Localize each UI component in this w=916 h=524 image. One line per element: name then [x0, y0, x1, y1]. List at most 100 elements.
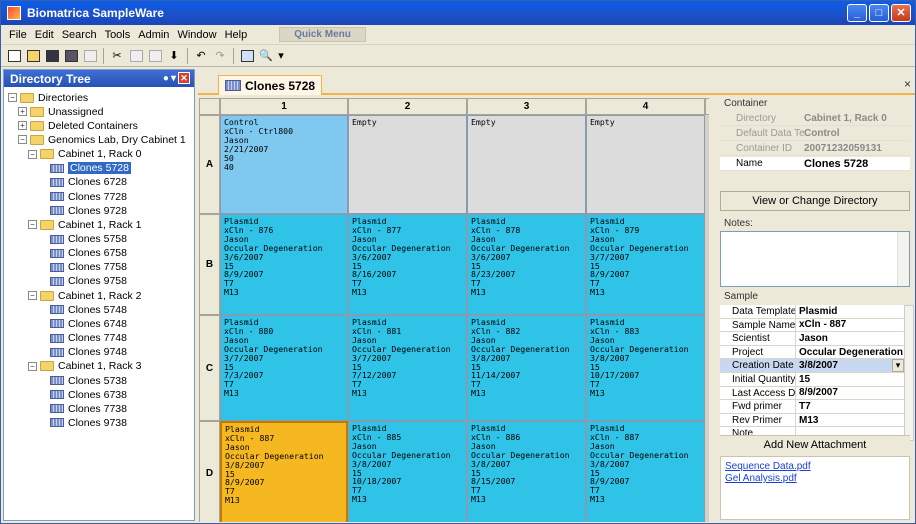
tree-item-container[interactable]: Clones 5738	[38, 374, 127, 387]
grid-cell-sample[interactable]: Plasmid xCln - 883 Jason Occular Degenerati…	[586, 315, 705, 421]
grid-cell-sample[interactable]: Plasmid xCln - 887 Jason Occular Degenerati…	[586, 421, 705, 522]
column-header[interactable]: 2	[348, 98, 467, 115]
tree-item-folder[interactable]: − Cabinet 1, Rack 0	[28, 148, 141, 161]
minimize-button[interactable]: _	[847, 4, 867, 22]
row-header[interactable]: A	[199, 115, 220, 214]
maximize-button[interactable]: □	[869, 4, 889, 22]
field-value[interactable]: 15	[796, 374, 904, 385]
tree-item-container[interactable]: Clones 6738	[38, 388, 127, 401]
column-header[interactable]: 1	[220, 98, 348, 115]
field-value[interactable]: 3/8/2007	[796, 360, 892, 371]
tree-item-container[interactable]: Clones 7758	[38, 261, 127, 274]
grid-cell-sample[interactable]: Plasmid xCln - 887 Jason Occular Degenerati…	[220, 421, 348, 522]
cut-icon[interactable]: ✂	[108, 47, 126, 65]
field-value[interactable]: Clones 5728	[804, 158, 910, 170]
grid-cell-sample[interactable]: Plasmid xCln - 877 Jason Occular Degenerati…	[348, 214, 467, 315]
grid-cell-sample[interactable]: Plasmid xCln - 876 Jason Occular Degenerati…	[220, 214, 348, 315]
tree-item-folder[interactable]: − Genomics Lab, Dry Cabinet 1	[18, 133, 186, 146]
chevron-down-icon[interactable]: ▾	[171, 73, 176, 84]
tree-item-container[interactable]: Clones 5758	[38, 233, 127, 246]
container-field[interactable]: Name Clones 5728	[720, 157, 910, 171]
tree-item-folder[interactable]: − Cabinet 1, Rack 3	[28, 360, 141, 373]
chevron-down-icon[interactable]: ▾	[892, 359, 904, 373]
grid-cell-sample[interactable]: Plasmid xCln - 878 Jason Occular Degenerati…	[467, 214, 586, 315]
sample-field[interactable]: Scientist Jason	[720, 332, 904, 346]
column-header[interactable]: 3	[467, 98, 586, 115]
row-header[interactable]: C	[199, 315, 220, 421]
tree-item-folder[interactable]: − Directories	[8, 91, 88, 104]
copy-icon[interactable]	[127, 47, 145, 65]
field-value[interactable]: Occular Degeneration	[796, 347, 904, 358]
close-button[interactable]: ✕	[891, 4, 911, 22]
sample-scrollbar[interactable]	[904, 305, 914, 441]
grid-cell-sample[interactable]: Control xCln - Ctrl800 Jason 2/21/2007 50 40	[220, 115, 348, 214]
tree-item-container[interactable]: Clones 9738	[38, 416, 127, 429]
tree-item-container[interactable]: Clones 5728	[38, 162, 131, 175]
sample-field[interactable]: Last Access Date8/9/2007	[720, 386, 904, 401]
open-folder-icon[interactable]	[24, 47, 42, 65]
row-header[interactable]: D	[199, 421, 220, 522]
notes-scrollbar[interactable]	[897, 232, 909, 286]
grid-cell-sample[interactable]: Plasmid xCln - 879 Jason Occular Degenerati…	[586, 214, 705, 315]
menu-file[interactable]: File	[5, 29, 31, 41]
sample-field[interactable]: Rev Primer M13	[720, 413, 904, 428]
close-tab-icon[interactable]: ×	[904, 77, 911, 91]
undo-icon[interactable]: ↶	[192, 47, 210, 65]
view-change-directory-button[interactable]: View or Change Directory	[720, 191, 910, 211]
collapse-icon[interactable]: −	[18, 135, 27, 145]
menu-tools[interactable]: Tools	[101, 29, 135, 41]
collapse-icon[interactable]: −	[8, 93, 17, 102]
field-value[interactable]: T7	[796, 401, 904, 412]
collapse-icon[interactable]: −	[28, 149, 37, 159]
field-value[interactable]: Plasmid	[796, 306, 904, 317]
sample-field[interactable]: Data Template Plasmid	[720, 305, 904, 319]
notes-textarea[interactable]	[720, 231, 910, 287]
new-file-icon[interactable]	[5, 47, 23, 65]
redo-icon[interactable]: ↷	[211, 47, 229, 65]
menu-window[interactable]: Window	[173, 29, 220, 41]
quick-menu-button[interactable]: Quick Menu	[279, 27, 366, 42]
sample-field[interactable]: Project Occular Degeneration	[720, 345, 904, 360]
expand-icon[interactable]: +	[18, 121, 27, 131]
tab-clones-5728[interactable]: Clones 5728	[218, 75, 323, 95]
save-all-icon[interactable]	[62, 47, 80, 65]
print-icon[interactable]	[81, 47, 99, 65]
grid-cell-sample[interactable]: Plasmid xCln - 886 Jason Occular Degenerati…	[467, 421, 586, 522]
tree-item-container[interactable]: Clones 7748	[38, 332, 127, 345]
grid-cell-empty[interactable]: Empty	[467, 115, 586, 214]
pin-icon[interactable]: ●	[163, 73, 169, 84]
sample-field[interactable]: Sample Name xCln - 887	[720, 318, 904, 333]
field-value[interactable]: xCln - 887	[796, 319, 904, 330]
paste-icon[interactable]	[146, 47, 164, 65]
tree-item-container[interactable]: Clones 6758	[38, 247, 127, 260]
tree-item-container[interactable]: Clones 9748	[38, 346, 127, 359]
save-icon[interactable]	[43, 47, 61, 65]
add-new-attachment-button[interactable]: Add New Attachment	[720, 435, 910, 455]
tree-item-folder[interactable]: − Cabinet 1, Rack 2	[28, 289, 141, 302]
import-icon[interactable]: ⬇	[165, 47, 183, 65]
collapse-icon[interactable]: −	[28, 220, 37, 230]
sample-field[interactable]: Fwd primer T7	[720, 400, 904, 414]
field-value[interactable]: Jason	[796, 333, 904, 344]
grid-cell-empty[interactable]: Empty	[348, 115, 467, 214]
grid-cell-sample[interactable]: Plasmid xCln - 885 Jason Occular Degenerati…	[348, 421, 467, 522]
sample-field[interactable]: Creation Date 3/8/2007 ▾	[720, 359, 904, 373]
close-icon[interactable]: ✕	[178, 72, 190, 84]
grid-view-icon[interactable]	[238, 47, 256, 65]
collapse-icon[interactable]: −	[28, 291, 37, 301]
field-value[interactable]: M13	[796, 415, 904, 426]
sample-field[interactable]: Initial Quantity (ul)15	[720, 373, 904, 387]
tree-item-folder[interactable]: + Unassigned	[18, 105, 103, 118]
attachment-link[interactable]: Sequence Data.pdf	[725, 461, 811, 472]
row-header[interactable]: B	[199, 214, 220, 315]
tree-item-folder[interactable]: − Cabinet 1, Rack 1	[28, 218, 141, 231]
menu-help[interactable]: Help	[221, 29, 252, 41]
tree-item-container[interactable]: Clones 7738	[38, 402, 127, 415]
menu-edit[interactable]: Edit	[31, 29, 58, 41]
tree-item-container[interactable]: Clones 9728	[38, 204, 127, 217]
grid-cell-sample[interactable]: Plasmid xCln - 881 Jason Occular Degenerati…	[348, 315, 467, 421]
chevron-down-icon[interactable]: ▾	[276, 47, 286, 65]
grid-cell-sample[interactable]: Plasmid xCln - 880 Jason Occular Degenerati…	[220, 315, 348, 421]
zoom-icon[interactable]: 🔍	[257, 47, 275, 65]
tree-item-container[interactable]: Clones 6728	[38, 176, 127, 189]
